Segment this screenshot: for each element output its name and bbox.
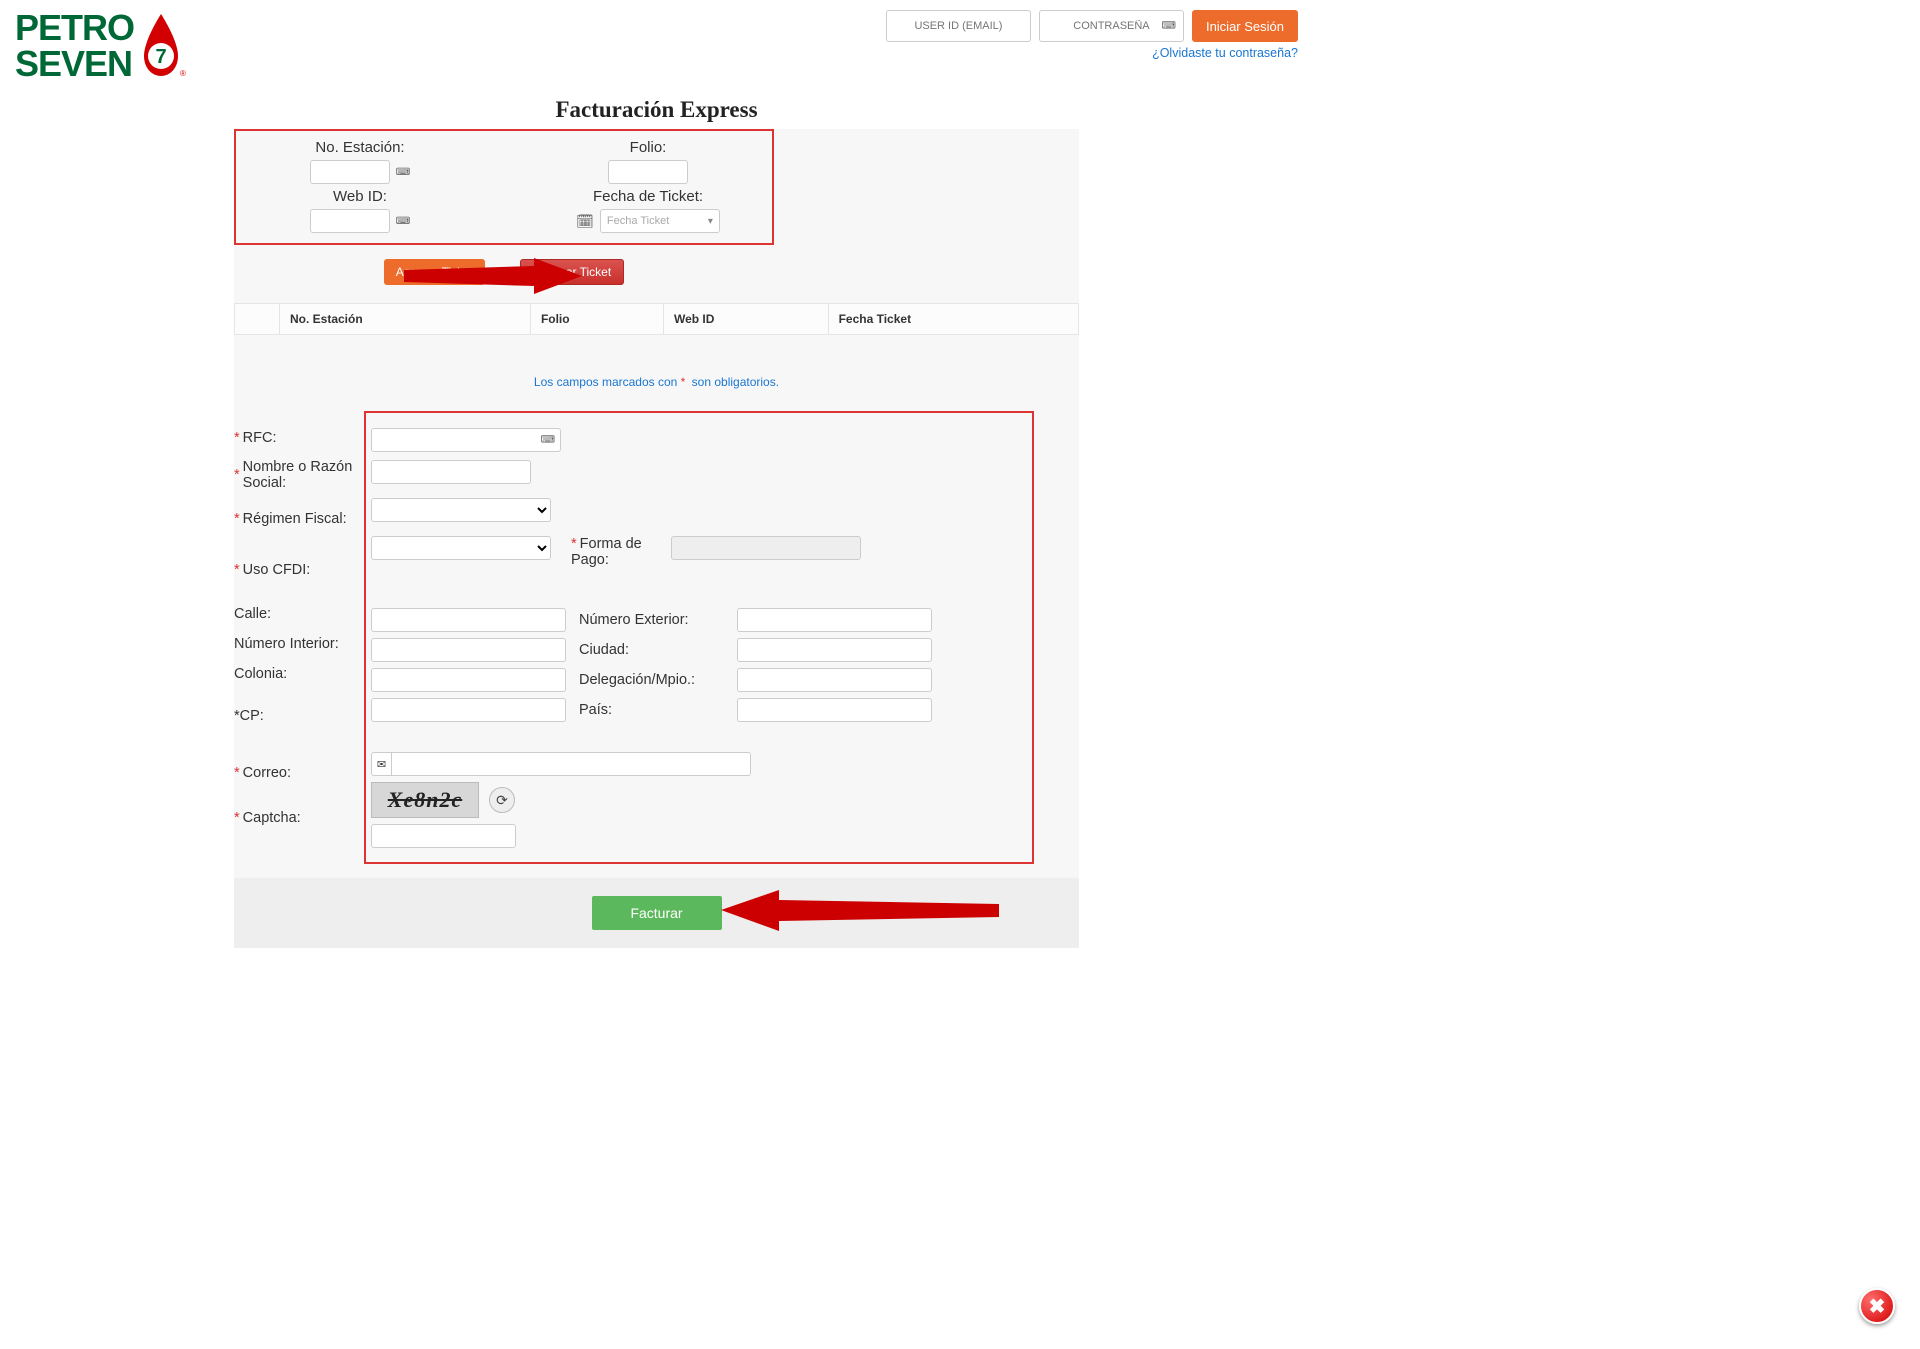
numero-int-input[interactable]: [371, 638, 566, 662]
colonia-label: Colonia:: [234, 659, 364, 689]
fecha-ticket-placeholder: Fecha Ticket: [607, 215, 669, 227]
web-id-label: Web ID:: [333, 188, 387, 205]
correo-label: *Correo:: [234, 743, 364, 803]
correo-input[interactable]: [391, 752, 751, 776]
cp-label: *CP:: [234, 689, 364, 743]
calle-label: Calle:: [234, 599, 364, 629]
table-header-fecha: Fecha Ticket: [828, 304, 1078, 335]
logo-drop-icon: 7 ®: [136, 12, 186, 80]
svg-text:®: ®: [180, 69, 186, 78]
refresh-icon: ⟳: [496, 792, 508, 809]
regimen-label: *Régimen Fiscal:: [234, 497, 364, 541]
folio-label: Folio:: [630, 139, 667, 156]
keyboard-icon: ⌨: [396, 216, 410, 227]
uso-cfdi-label: *Uso CFDI:: [234, 541, 364, 599]
rfc-input[interactable]: [371, 428, 561, 452]
captcha-refresh-button[interactable]: ⟳: [489, 787, 515, 813]
nombre-label: *Nombre o Razón Social:: [234, 453, 364, 497]
regimen-select[interactable]: [371, 498, 551, 522]
tickets-table: No. Estación Folio Web ID Fecha Ticket: [234, 303, 1079, 335]
nombre-input[interactable]: [371, 460, 531, 484]
captcha-image: Xe8n2c: [371, 782, 479, 818]
ciudad-label: Ciudad:: [579, 642, 729, 658]
page-title: Facturación Express: [0, 97, 1313, 123]
logo-line1: PETRO: [15, 10, 134, 46]
forma-pago-readonly: [671, 536, 861, 560]
no-estacion-label: No. Estación:: [315, 139, 404, 156]
colonia-input[interactable]: [371, 668, 566, 692]
web-id-input[interactable]: [310, 209, 390, 233]
cp-input[interactable]: [371, 698, 566, 722]
chevron-down-icon: ▾: [708, 216, 713, 227]
envelope-icon: ✉: [371, 752, 391, 776]
table-header-webid: Web ID: [663, 304, 828, 335]
form-panel: ⌨ *Forma de Pago: Número: [364, 411, 1034, 864]
pais-input[interactable]: [737, 698, 932, 722]
delegacion-input[interactable]: [737, 668, 932, 692]
form-labels-column: *RFC: *Nombre o Razón Social: *Régimen F…: [234, 411, 364, 864]
forma-pago-label: *Forma de Pago:: [571, 536, 661, 568]
table-header-blank: [235, 304, 280, 335]
keyboard-icon: ⌨: [1162, 21, 1176, 32]
captcha-input[interactable]: [371, 824, 516, 848]
eliminar-ticket-button[interactable]: Eliminar Ticket: [520, 259, 624, 285]
uso-cfdi-select[interactable]: [371, 536, 551, 560]
fecha-ticket-input[interactable]: Fecha Ticket ▾: [600, 209, 720, 233]
close-icon: ✖: [1869, 1294, 1886, 1319]
captcha-label: *Captcha:: [234, 803, 364, 833]
calendar-icon: 🗓: [576, 213, 594, 230]
table-header-folio: Folio: [530, 304, 663, 335]
no-estacion-input[interactable]: [310, 160, 390, 184]
numero-ext-label: Número Exterior:: [579, 612, 729, 628]
logo-line2: SEVEN: [15, 46, 134, 82]
ciudad-input[interactable]: [737, 638, 932, 662]
arrow-annotation: [719, 888, 999, 933]
login-button[interactable]: Iniciar Sesión: [1192, 10, 1298, 42]
calle-input[interactable]: [371, 608, 566, 632]
ticket-form-panel: No. Estación: ⌨ Web ID: ⌨ Folio: Fecha d…: [234, 129, 774, 245]
delegacion-label: Delegación/Mpio.:: [579, 672, 729, 688]
required-note: Los campos marcados con * son obligatori…: [234, 375, 1079, 389]
rfc-label: *RFC:: [234, 423, 364, 453]
numero-ext-input[interactable]: [737, 608, 932, 632]
user-id-input[interactable]: [886, 10, 1031, 42]
keyboard-icon: ⌨: [396, 167, 410, 178]
footer-bar: Facturar: [234, 878, 1079, 948]
logo: PETRO SEVEN 7 ®: [15, 10, 186, 82]
forgot-password-link[interactable]: ¿Olvidaste tu contraseña?: [1152, 46, 1298, 60]
facturar-button[interactable]: Facturar: [592, 896, 722, 930]
fecha-ticket-label: Fecha de Ticket:: [593, 188, 703, 205]
agregar-ticket-button[interactable]: Agregar Ticket: [384, 259, 485, 285]
close-badge-button[interactable]: ✖: [1859, 1288, 1895, 1324]
table-header-estacion: No. Estación: [280, 304, 531, 335]
folio-input[interactable]: [608, 160, 688, 184]
numero-int-label: Número Interior:: [234, 629, 364, 659]
pais-label: País:: [579, 702, 729, 718]
svg-text:7: 7: [155, 46, 166, 68]
